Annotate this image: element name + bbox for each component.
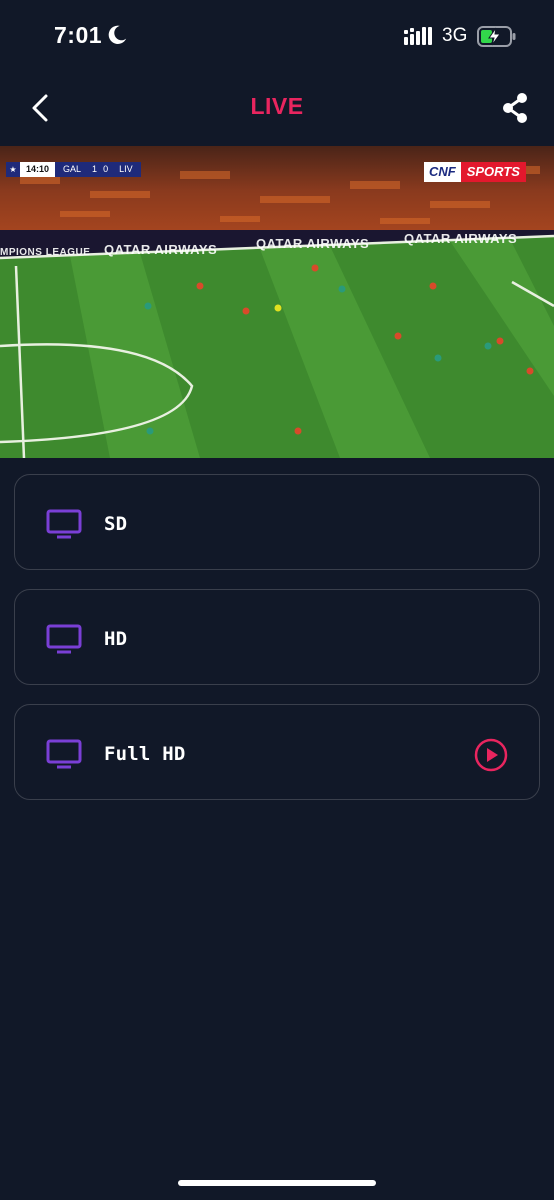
ad-board-text: QATAR AIRWAYS (104, 242, 218, 257)
scoreboard-overlay: ★ 14:10 GAL 1 0 LIV (6, 162, 141, 177)
quality-label: Full HD (104, 743, 186, 765)
home-score: 1 (92, 164, 98, 174)
play-circle-icon[interactable] (474, 738, 508, 772)
channel-logo: CNF SPORTS (424, 162, 526, 182)
away-score: 0 (103, 164, 109, 174)
ad-board-text: QATAR AIRWAYS (404, 231, 518, 246)
page-title: LIVE (250, 93, 304, 119)
home-indicator[interactable] (178, 1180, 376, 1186)
status-bar: 7:01 3G (0, 0, 554, 76)
quality-option-sd[interactable]: SD (14, 474, 540, 570)
ad-board-text: MPIONS LEAGUE (0, 247, 91, 258)
ucl-logo-icon: ★ (6, 162, 20, 177)
match-clock: 14:10 (20, 162, 56, 177)
ad-board-text: QATAR AIRWAYS (256, 236, 370, 251)
channel-logo-left: CNF (424, 162, 461, 182)
away-team: LIV (119, 164, 133, 174)
quality-label: HD (104, 628, 128, 650)
quality-label: SD (104, 513, 128, 535)
video-player[interactable]: ★ 14:10 GAL 1 0 LIV CNF SPORTS MPIONS LE… (0, 146, 554, 458)
tv-icon (46, 509, 82, 539)
moon-icon (108, 25, 127, 44)
network-label: 3G (442, 25, 468, 46)
quality-list: SD HD Full HD (14, 474, 540, 819)
status-time: 7:01 (54, 22, 103, 48)
quality-option-full-hd[interactable]: Full HD (14, 704, 540, 800)
tv-icon (46, 624, 82, 654)
nav-bar: LIVE (0, 80, 554, 136)
battery-charging-icon (477, 26, 516, 47)
match-video-frame (0, 146, 554, 458)
quality-option-hd[interactable]: HD (14, 589, 540, 685)
channel-logo-right: SPORTS (460, 162, 526, 182)
tv-icon (46, 739, 82, 769)
home-team: GAL (63, 164, 82, 174)
share-button[interactable] (498, 90, 532, 126)
signal-icon (404, 27, 432, 45)
share-icon (503, 93, 527, 123)
